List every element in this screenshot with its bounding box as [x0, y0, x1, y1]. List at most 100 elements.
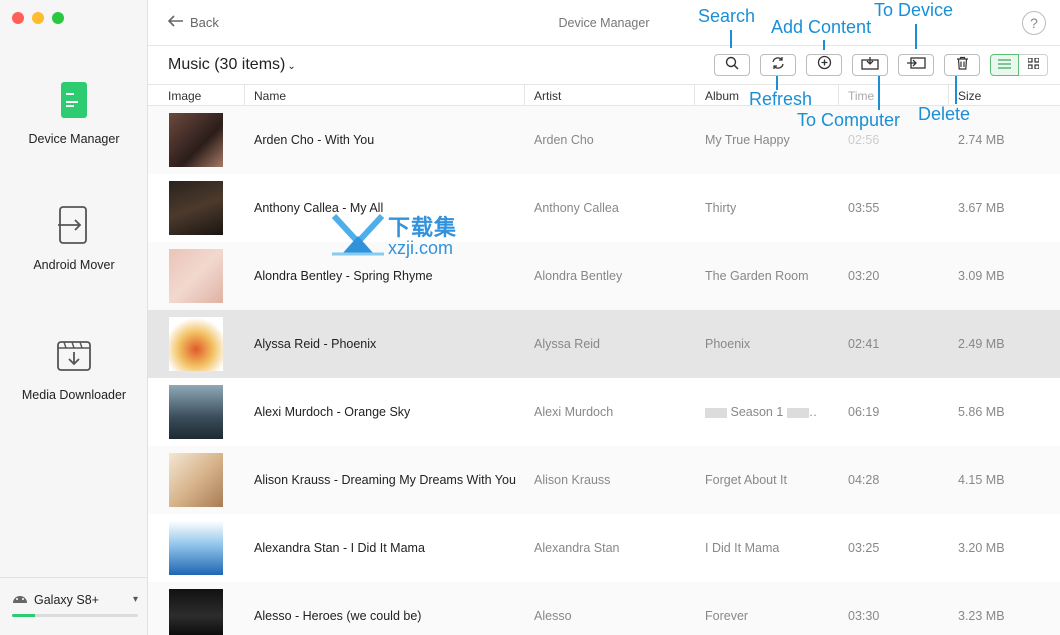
song-name: Alesso - Heroes (we could be)	[254, 609, 422, 623]
phone-icon	[50, 76, 98, 124]
sidebar-item-device-manager[interactable]: Device Manager	[0, 76, 148, 146]
song-size: 2.49 MB	[958, 337, 1005, 351]
callout-refresh: Refresh	[749, 89, 813, 109]
callout-delete: Delete	[918, 104, 971, 124]
search-button[interactable]	[714, 54, 750, 76]
song-time: 02:41	[848, 337, 880, 351]
download-icon	[50, 332, 98, 380]
column-header-album[interactable]: Album	[705, 89, 739, 103]
album-art	[169, 249, 223, 303]
table-row[interactable]: Anthony Callea - My All Anthony Callea T…	[148, 174, 1060, 242]
to-computer-button[interactable]	[852, 54, 888, 76]
song-time: 03:30	[848, 609, 880, 623]
song-size: 2.74 MB	[958, 133, 1005, 147]
redacted-text	[786, 407, 809, 418]
sidebar-item-media-downloader[interactable]: Media Downloader	[0, 332, 148, 402]
table-row-selected[interactable]: Alyssa Reid - Phoenix Alyssa Reid Phoeni…	[148, 310, 1060, 378]
add-content-button[interactable]	[806, 54, 842, 76]
song-album: The Garden Room	[705, 269, 809, 283]
callout-search: Search	[698, 6, 756, 26]
album-art	[169, 453, 223, 507]
song-artist: Alyssa Reid	[534, 337, 600, 351]
column-header-size[interactable]: Size	[958, 89, 981, 103]
song-name: Alison Krauss - Dreaming My Dreams With …	[254, 473, 516, 487]
table-row[interactable]: Alexandra Stan - I Did It Mama Alexandra…	[148, 514, 1060, 582]
list-icon	[998, 56, 1011, 74]
song-album: Season 1 …	[705, 405, 817, 419]
column-header-image[interactable]: Image	[168, 89, 201, 103]
watermark-url: xzji.com	[388, 237, 454, 258]
sidebar-item-label: Android Mover	[33, 258, 115, 272]
song-artist: Anthony Callea	[534, 201, 619, 215]
table-header: Image Name Artist Album Time Size	[148, 84, 1060, 106]
callout-line	[823, 40, 825, 50]
sidebar-item-android-mover[interactable]: Android Mover	[0, 202, 148, 272]
callout-line	[878, 76, 880, 110]
song-size: 4.15 MB	[958, 473, 1005, 487]
song-album: I Did It Mama	[705, 541, 780, 555]
callout-line	[776, 76, 778, 90]
table-row[interactable]: Alesso - Heroes (we could be) Alesso For…	[148, 582, 1060, 635]
song-album: Forever	[705, 609, 749, 623]
zoom-window-button[interactable]	[52, 12, 64, 24]
watermark-text: 下载集	[388, 214, 458, 240]
music-list: Arden Cho - With You Arden Cho My True H…	[148, 106, 1060, 635]
redacted-text	[705, 407, 727, 418]
grid-view-button[interactable]	[1019, 54, 1048, 76]
song-album: Thirty	[705, 201, 737, 215]
song-size: 3.67 MB	[958, 201, 1005, 215]
close-window-button[interactable]	[12, 12, 24, 24]
search-icon	[725, 56, 739, 75]
song-time: 03:25	[848, 541, 880, 555]
song-time: 02:56	[848, 133, 880, 147]
song-artist: Alison Krauss	[534, 473, 611, 487]
category-dropdown[interactable]: Music (30 items) ⌄	[168, 56, 296, 74]
minimize-window-button[interactable]	[32, 12, 44, 24]
song-album: Forget About It	[705, 473, 787, 487]
trash-icon	[956, 56, 969, 75]
song-name: Alexi Murdoch - Orange Sky	[254, 405, 411, 419]
grid-icon	[1026, 56, 1040, 74]
sidebar: Device Manager Android Mover Media Downl…	[0, 0, 148, 635]
column-header-time[interactable]: Time	[848, 89, 874, 103]
song-name: Alexandra Stan - I Did It Mama	[254, 541, 425, 555]
refresh-button[interactable]	[760, 54, 796, 76]
song-name: Alyssa Reid - Phoenix	[254, 337, 377, 351]
song-artist: Alexandra Stan	[534, 541, 620, 555]
watermark-logo-icon	[331, 212, 385, 261]
column-header-artist[interactable]: Artist	[534, 89, 561, 103]
song-artist: Alexi Murdoch	[534, 405, 614, 419]
help-button[interactable]: ?	[1022, 11, 1046, 35]
device-selector[interactable]: Galaxy S8+ ▾	[0, 577, 148, 635]
chevron-down-icon[interactable]: ▾	[133, 594, 138, 605]
callout-line	[915, 24, 917, 49]
album-art	[169, 521, 223, 575]
table-row[interactable]: Alexi Murdoch - Orange Sky Alexi Murdoch…	[148, 378, 1060, 446]
song-name: Arden Cho - With You	[254, 133, 375, 147]
column-header-name[interactable]: Name	[254, 89, 286, 103]
song-size: 3.23 MB	[958, 609, 1005, 623]
export-to-computer-icon	[861, 56, 879, 75]
song-time: 03:55	[848, 201, 880, 215]
to-device-button[interactable]	[898, 54, 934, 76]
watermark: 下载集 xzji.com	[331, 212, 458, 261]
window-controls	[12, 12, 64, 24]
callout-to-computer: To Computer	[797, 110, 901, 130]
song-album: My True Happy	[705, 133, 790, 147]
refresh-icon	[771, 56, 785, 75]
toolbar: Music (30 items) ⌄	[148, 46, 1060, 84]
album-art	[169, 589, 223, 635]
storage-progress-fill	[12, 614, 35, 617]
callout-add-content: Add Content	[771, 17, 872, 37]
album-art	[169, 317, 223, 371]
table-row[interactable]: Alison Krauss - Dreaming My Dreams With …	[148, 446, 1060, 514]
album-art	[169, 385, 223, 439]
view-toggle	[990, 54, 1048, 76]
table-row[interactable]: Alondra Bentley - Spring Rhyme Alondra B…	[148, 242, 1060, 310]
song-time: 03:20	[848, 269, 880, 283]
delete-button[interactable]	[944, 54, 980, 76]
category-title: Music (30 items)	[168, 56, 286, 73]
android-icon	[12, 592, 28, 607]
album-art	[169, 181, 223, 235]
list-view-button[interactable]	[990, 54, 1019, 76]
